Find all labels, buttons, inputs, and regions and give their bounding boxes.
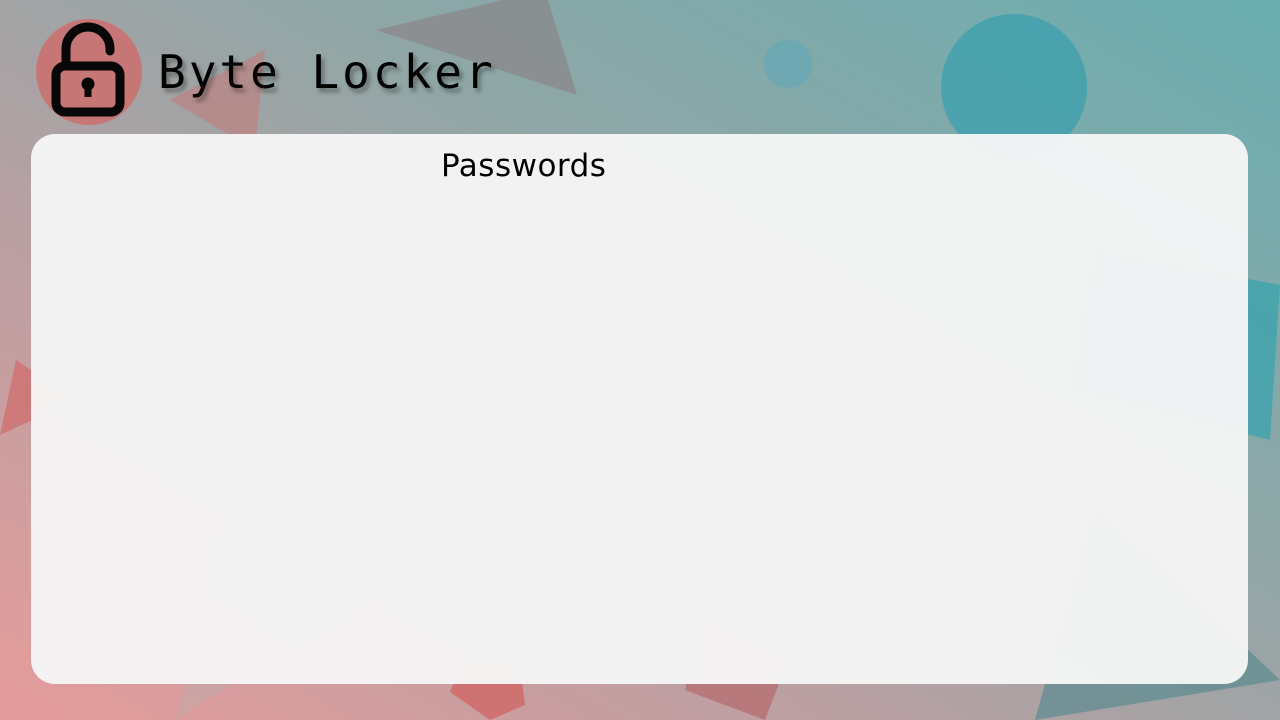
app-header: Byte Locker: [36, 18, 496, 126]
password-list: [51, 204, 1228, 664]
bg-circle-small: [764, 40, 812, 88]
unlocked-padlock-icon: [51, 22, 125, 117]
passwords-panel: Passwords: [31, 134, 1248, 684]
app-logo: [36, 19, 142, 125]
panel-title: Passwords: [441, 148, 607, 184]
app-title: Byte Locker: [158, 45, 496, 99]
